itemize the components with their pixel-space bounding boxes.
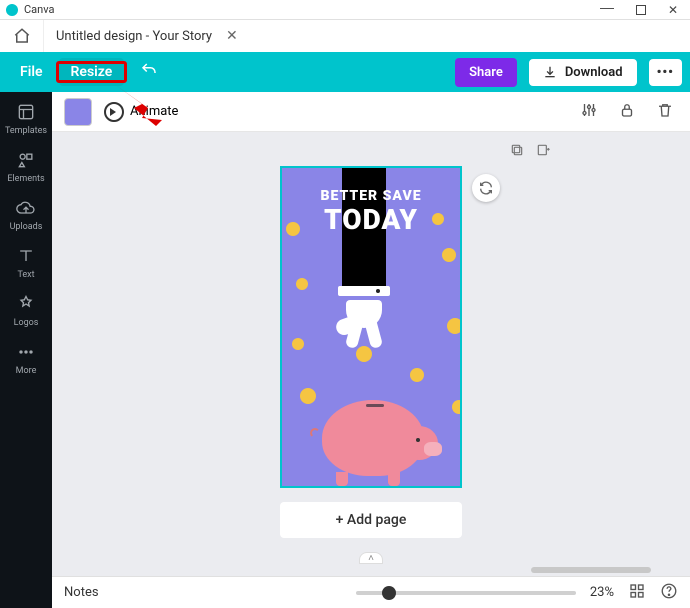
more-icon bbox=[16, 342, 36, 362]
animate-label: Animate bbox=[130, 104, 178, 119]
home-button[interactable] bbox=[0, 20, 44, 52]
sidebar-item-label: Uploads bbox=[10, 222, 43, 232]
page-actions bbox=[371, 142, 551, 162]
tab-close-button[interactable]: ✕ bbox=[226, 28, 238, 44]
delete-button[interactable] bbox=[652, 97, 678, 127]
templates-icon bbox=[16, 102, 36, 122]
left-sidebar: Templates Elements Uploads Text Logos Mo… bbox=[0, 92, 52, 608]
notes-button[interactable]: Notes bbox=[64, 585, 99, 600]
download-icon bbox=[543, 65, 557, 79]
coin-decoration bbox=[447, 318, 462, 334]
canvas-area[interactable]: BETTER SAVE TODAY bbox=[52, 132, 690, 576]
work-area: Animate bbox=[52, 92, 690, 608]
sidebar-item-label: Text bbox=[17, 270, 34, 280]
animate-icon bbox=[104, 102, 124, 122]
sidebar-item-label: More bbox=[16, 366, 37, 376]
sidebar-item-label: Logos bbox=[14, 318, 39, 328]
filter-icon bbox=[580, 101, 598, 119]
headline-small: BETTER SAVE bbox=[320, 188, 421, 204]
window-maximize-button[interactable] bbox=[636, 5, 646, 15]
undo-button[interactable] bbox=[140, 61, 158, 83]
grid-icon bbox=[628, 582, 646, 600]
coin-decoration bbox=[292, 338, 304, 350]
help-button[interactable] bbox=[660, 582, 678, 604]
text-icon bbox=[16, 246, 36, 266]
duplicate-icon bbox=[509, 142, 525, 158]
tab-title: Untitled design - Your Story bbox=[56, 29, 212, 44]
status-bar: Notes 23% bbox=[52, 576, 690, 608]
more-menu-button[interactable]: ••• bbox=[649, 59, 682, 86]
file-menu-button[interactable]: File bbox=[8, 58, 55, 86]
sidebar-item-logos[interactable]: Logos bbox=[0, 288, 52, 336]
sidebar-item-uploads[interactable]: Uploads bbox=[0, 192, 52, 240]
piggy-bank-graphic bbox=[314, 386, 432, 486]
lock-button[interactable] bbox=[614, 97, 640, 127]
sidebar-item-text[interactable]: Text bbox=[0, 240, 52, 288]
sidebar-item-templates[interactable]: Templates bbox=[0, 96, 52, 144]
sidebar-item-more[interactable]: More bbox=[0, 336, 52, 384]
uploads-icon bbox=[16, 198, 36, 218]
window-minimize-button[interactable]: — bbox=[600, 0, 614, 14]
sidebar-item-label: Templates bbox=[5, 126, 47, 136]
tab-row: Untitled design - Your Story ✕ bbox=[0, 20, 690, 52]
coin-decoration bbox=[452, 400, 462, 414]
window-close-button[interactable]: ✕ bbox=[668, 4, 678, 16]
zoom-percent-label[interactable]: 23% bbox=[590, 585, 614, 600]
duplicate-page-button[interactable] bbox=[509, 142, 525, 162]
coin-decoration bbox=[296, 278, 308, 290]
sidebar-item-elements[interactable]: Elements bbox=[0, 144, 52, 192]
resize-button[interactable]: Resize bbox=[59, 58, 125, 86]
main-toolbar: File Resize Share Download ••• bbox=[0, 52, 690, 92]
undo-icon bbox=[140, 61, 158, 79]
background-color-swatch[interactable] bbox=[64, 98, 92, 126]
animate-button[interactable]: Animate bbox=[104, 102, 178, 122]
add-page-icon bbox=[535, 142, 551, 158]
refresh-icon bbox=[478, 180, 494, 196]
coin-decoration bbox=[442, 248, 456, 262]
help-icon bbox=[660, 582, 678, 600]
home-icon bbox=[13, 27, 31, 45]
window-titlebar: Canva — ✕ bbox=[0, 0, 690, 20]
download-button[interactable]: Download bbox=[529, 59, 637, 86]
share-button[interactable]: Share bbox=[455, 58, 517, 87]
trash-icon bbox=[656, 101, 674, 119]
design-page[interactable]: BETTER SAVE TODAY bbox=[280, 166, 462, 488]
zoom-slider[interactable] bbox=[356, 591, 576, 595]
elements-icon bbox=[16, 150, 36, 170]
hand-graphic bbox=[338, 294, 390, 340]
lock-icon bbox=[618, 101, 636, 119]
grid-view-button[interactable] bbox=[628, 582, 646, 604]
logos-icon bbox=[16, 294, 36, 314]
tab-untitled-design[interactable]: Untitled design - Your Story ✕ bbox=[44, 20, 250, 52]
zoom-slider-thumb[interactable] bbox=[382, 586, 396, 600]
app-name: Canva bbox=[24, 3, 54, 16]
regenerate-button[interactable] bbox=[472, 174, 500, 202]
page-toolbar: Animate bbox=[52, 92, 690, 132]
headline-big: TODAY bbox=[282, 206, 460, 234]
add-blank-page-button[interactable] bbox=[535, 142, 551, 162]
filter-button[interactable] bbox=[576, 97, 602, 127]
download-label: Download bbox=[565, 65, 623, 80]
sidebar-item-label: Elements bbox=[7, 174, 44, 184]
coin-decoration bbox=[410, 368, 424, 382]
headline-text: BETTER SAVE TODAY bbox=[282, 188, 460, 234]
app-icon bbox=[6, 4, 18, 16]
collapse-panel-handle[interactable]: ˄ bbox=[359, 552, 383, 564]
add-page-button[interactable]: + Add page bbox=[280, 502, 462, 538]
